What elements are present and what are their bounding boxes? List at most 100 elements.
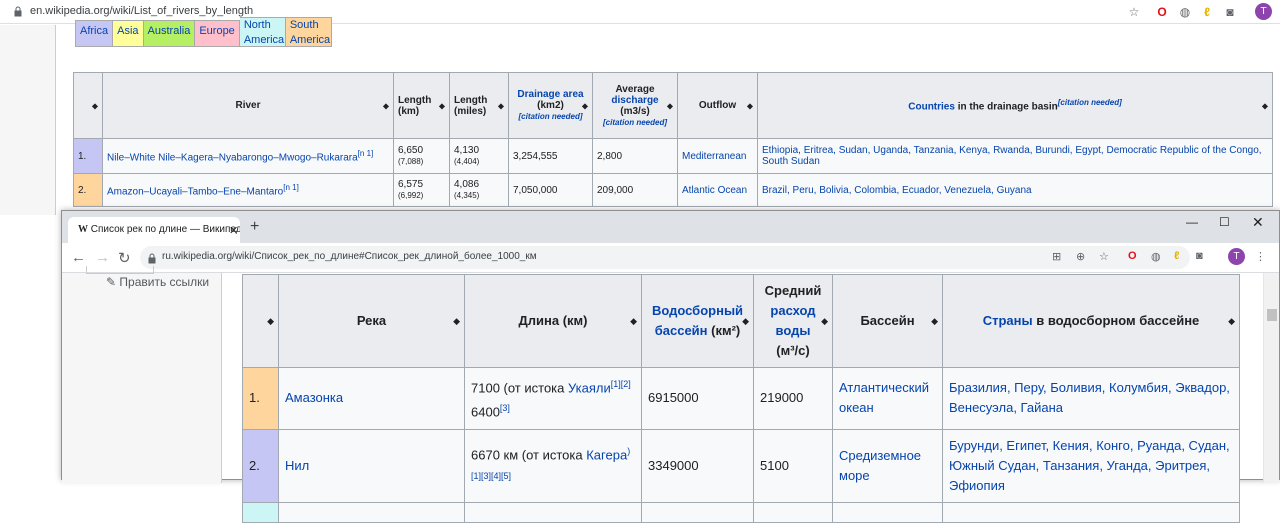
sort-icon[interactable]: ◆: [267, 311, 274, 331]
discharge-link[interactable]: расход воды: [770, 303, 815, 338]
countries-cell: Бурунди, Египет, Кения, Конго, Руанда, С…: [942, 428, 1240, 503]
length-km-header[interactable]: Length (km) ◆: [393, 72, 450, 139]
length-miles-header[interactable]: Length (miles) ◆: [449, 72, 509, 139]
rank-header[interactable]: ◆: [242, 274, 279, 368]
countries-links[interactable]: Ethiopia, Eritrea, Sudan, Uganda, Tanzan…: [762, 145, 1262, 167]
source-link[interactable]: Кагера: [586, 448, 627, 463]
close-window-icon[interactable]: ✕: [1252, 214, 1264, 231]
river-link[interactable]: Нил: [285, 458, 309, 473]
countries-cell: Ethiopia, Eritrea, Sudan, Uganda, Tanzan…: [757, 138, 1273, 174]
river-cell: Амазонка: [278, 367, 465, 430]
background-url[interactable]: en.wikipedia.org/wiki/List_of_rivers_by_…: [30, 5, 253, 17]
river-header[interactable]: Река ◆: [278, 274, 465, 368]
countries-rest: в водосборном бассейне: [1032, 313, 1200, 328]
zoom-icon[interactable]: ⊕: [1076, 250, 1085, 263]
basin-area-header[interactable]: Водосборный бассейн (км²) ◆: [641, 274, 754, 368]
discharge-header[interactable]: Average discharge (m3/s) [citation neede…: [592, 72, 678, 139]
profile-avatar[interactable]: T: [1255, 3, 1272, 20]
discharge-header[interactable]: Средний расход воды (м³/с) ◆: [753, 274, 833, 368]
countries-links[interactable]: Бразилия, Перу, Боливия, Колумбия, Эквад…: [949, 380, 1230, 415]
sort-icon[interactable]: ◆: [742, 311, 749, 331]
note-ref[interactable]: [n 1]: [283, 183, 299, 192]
countries-links[interactable]: Бурунди, Египет, Кения, Конго, Руанда, С…: [949, 438, 1230, 493]
camera-icon[interactable]: ◙: [1196, 250, 1203, 262]
star-icon[interactable]: ☆: [1099, 250, 1109, 263]
camera-icon[interactable]: ◙: [1223, 5, 1237, 19]
length-header[interactable]: Длина (км) ◆: [464, 274, 642, 368]
rank-cell: 2.: [73, 173, 103, 207]
header-label: River: [235, 100, 261, 111]
legend-south-america: South America: [285, 17, 332, 47]
countries-links[interactable]: Brazil, Peru, Bolivia, Colombia, Ecuador…: [762, 185, 1032, 196]
river-link[interactable]: Amazon–Ucayali–Tambo–Ene–Mantaro: [107, 186, 283, 197]
citation-needed[interactable]: [citation needed]: [603, 118, 667, 127]
maximize-icon[interactable]: ☐: [1219, 215, 1230, 229]
area-cell: 3349000: [641, 428, 754, 503]
ref-link[interactable]: [1][2]: [611, 379, 631, 389]
minimize-icon[interactable]: —: [1186, 215, 1198, 229]
countries-link[interactable]: Страны: [983, 313, 1033, 328]
discharge-cell: [753, 501, 833, 523]
outflow-link[interactable]: Atlantic Ocean: [682, 185, 747, 196]
globe-icon[interactable]: ◍: [1151, 250, 1161, 263]
countries-link[interactable]: Countries: [908, 102, 955, 113]
url-text[interactable]: ru.wikipedia.org/wiki/Список_рек_по_длин…: [162, 251, 537, 262]
translate-icon[interactable]: ⊞: [1052, 250, 1061, 263]
sort-icon[interactable]: ◆: [453, 311, 460, 331]
river-link[interactable]: Nile–White Nile–Kagera–Nyabarongo–Mwogo–…: [107, 152, 358, 163]
scrollbar-thumb[interactable]: [1267, 309, 1277, 321]
countries-cell: Бразилия, Перу, Боливия, Колумбия, Эквад…: [942, 367, 1240, 430]
note-ref[interactable]: [n 1]: [358, 149, 374, 158]
sort-icon[interactable]: ◆: [821, 311, 828, 331]
drainage-area-header[interactable]: Drainage area (km2) [citation needed] ◆: [508, 72, 593, 139]
extension-icon[interactable]: ℓ: [1200, 5, 1214, 19]
countries-cell: [942, 501, 1240, 523]
outflow-link[interactable]: Mediterranean: [682, 151, 746, 162]
sort-icon[interactable]: ◆: [747, 101, 753, 110]
active-tab[interactable]: W Список рек по длине — Википедия ✕: [68, 217, 240, 243]
sort-icon[interactable]: ◆: [92, 101, 98, 110]
edit-links[interactable]: ✎ Править ссылки: [106, 275, 209, 289]
opera-icon[interactable]: O: [1155, 5, 1169, 19]
sort-icon[interactable]: ◆: [383, 101, 389, 110]
rank-header[interactable]: ◆: [73, 72, 103, 139]
opera-icon[interactable]: O: [1128, 250, 1137, 262]
countries-header[interactable]: Countries in the drainage basin[citation…: [757, 72, 1273, 139]
new-tab-icon[interactable]: +: [250, 218, 259, 236]
reload-icon[interactable]: ↻: [118, 249, 131, 267]
sort-icon[interactable]: ◆: [931, 311, 938, 331]
sort-icon[interactable]: ◆: [667, 101, 673, 110]
source-link[interactable]: Укаяли: [568, 380, 611, 395]
countries-header[interactable]: Страны в водосборном бассейне ◆: [942, 274, 1240, 368]
profile-avatar[interactable]: T: [1228, 248, 1245, 265]
close-tab-icon[interactable]: ✕: [229, 224, 238, 237]
globe-icon[interactable]: ◍: [1178, 5, 1192, 19]
citation-needed[interactable]: [citation needed]: [518, 112, 582, 121]
sort-icon[interactable]: ◆: [1262, 101, 1268, 110]
menu-icon[interactable]: ⋮: [1255, 250, 1266, 263]
outflow-header[interactable]: Outflow ◆: [677, 72, 758, 139]
length-cell: [464, 501, 642, 523]
sort-icon[interactable]: ◆: [582, 101, 588, 110]
river-header[interactable]: River ◆: [102, 72, 394, 139]
ref-link[interactable]: [3]: [500, 403, 510, 413]
sort-icon[interactable]: ◆: [630, 311, 637, 331]
sort-icon[interactable]: ◆: [1228, 311, 1235, 331]
river-cell: Amazon–Ucayali–Tambo–Ene–Mantaro[n 1]: [102, 173, 394, 207]
outflow-header[interactable]: Бассейн ◆: [832, 274, 943, 368]
discharge-link[interactable]: discharge: [611, 95, 658, 106]
outflow-link[interactable]: Атлантический океан: [839, 380, 929, 415]
extension-icon[interactable]: ℓ: [1174, 250, 1179, 262]
sort-icon[interactable]: ◆: [498, 101, 504, 110]
outflow-link[interactable]: Средиземное море: [839, 448, 921, 483]
forward-icon[interactable]: →: [95, 249, 110, 266]
citation-needed[interactable]: [citation needed]: [1058, 98, 1122, 107]
mi-alt: (4,404): [454, 157, 480, 166]
back-icon[interactable]: ←: [71, 249, 86, 266]
lock-icon: [148, 253, 156, 264]
river-link[interactable]: Амазонка: [285, 390, 343, 405]
scrollbar[interactable]: [1263, 273, 1279, 483]
star-icon[interactable]: ☆: [1127, 5, 1141, 19]
sort-icon[interactable]: ◆: [439, 101, 445, 110]
drainage-link[interactable]: Drainage area: [517, 89, 583, 100]
